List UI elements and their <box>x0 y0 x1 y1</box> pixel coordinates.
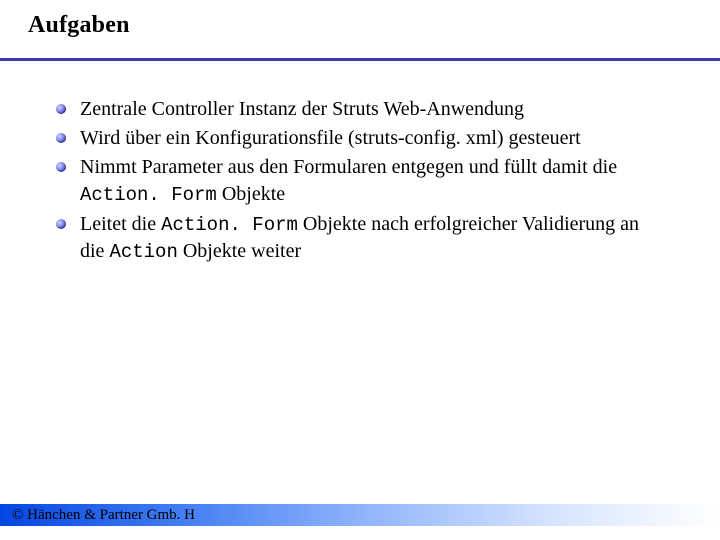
bullet-item: Leitet die Action. Form Objekte nach erf… <box>56 211 664 266</box>
code-text: Action. Form <box>80 184 217 206</box>
bullet-text: Nimmt Parameter aus den Formularen entge… <box>80 156 617 178</box>
slide: Aufgaben Zentrale Controller Instanz der… <box>0 0 720 540</box>
bullet-list: Zentrale Controller Instanz der Struts W… <box>56 96 664 266</box>
bullet-text: Objekte weiter <box>178 240 301 262</box>
bullet-item: Zentrale Controller Instanz der Struts W… <box>56 96 664 123</box>
bullet-text: Zentrale Controller Instanz der Struts W… <box>80 98 524 120</box>
title-divider <box>0 58 720 61</box>
slide-title: Aufgaben <box>28 12 130 39</box>
content-area: Zentrale Controller Instanz der Struts W… <box>56 96 664 268</box>
bullet-text: Wird über ein Konfigurationsfile (struts… <box>80 127 581 149</box>
footer-text: © Hänchen & Partner Gmb. H <box>12 507 195 524</box>
code-text: Action <box>109 241 177 263</box>
bullet-text: Objekte <box>217 183 285 205</box>
bullet-item: Wird über ein Konfigurationsfile (struts… <box>56 125 664 152</box>
bullet-item: Nimmt Parameter aus den Formularen entge… <box>56 154 664 209</box>
bullet-text: Leitet die <box>80 213 161 235</box>
code-text: Action. Form <box>161 214 298 236</box>
